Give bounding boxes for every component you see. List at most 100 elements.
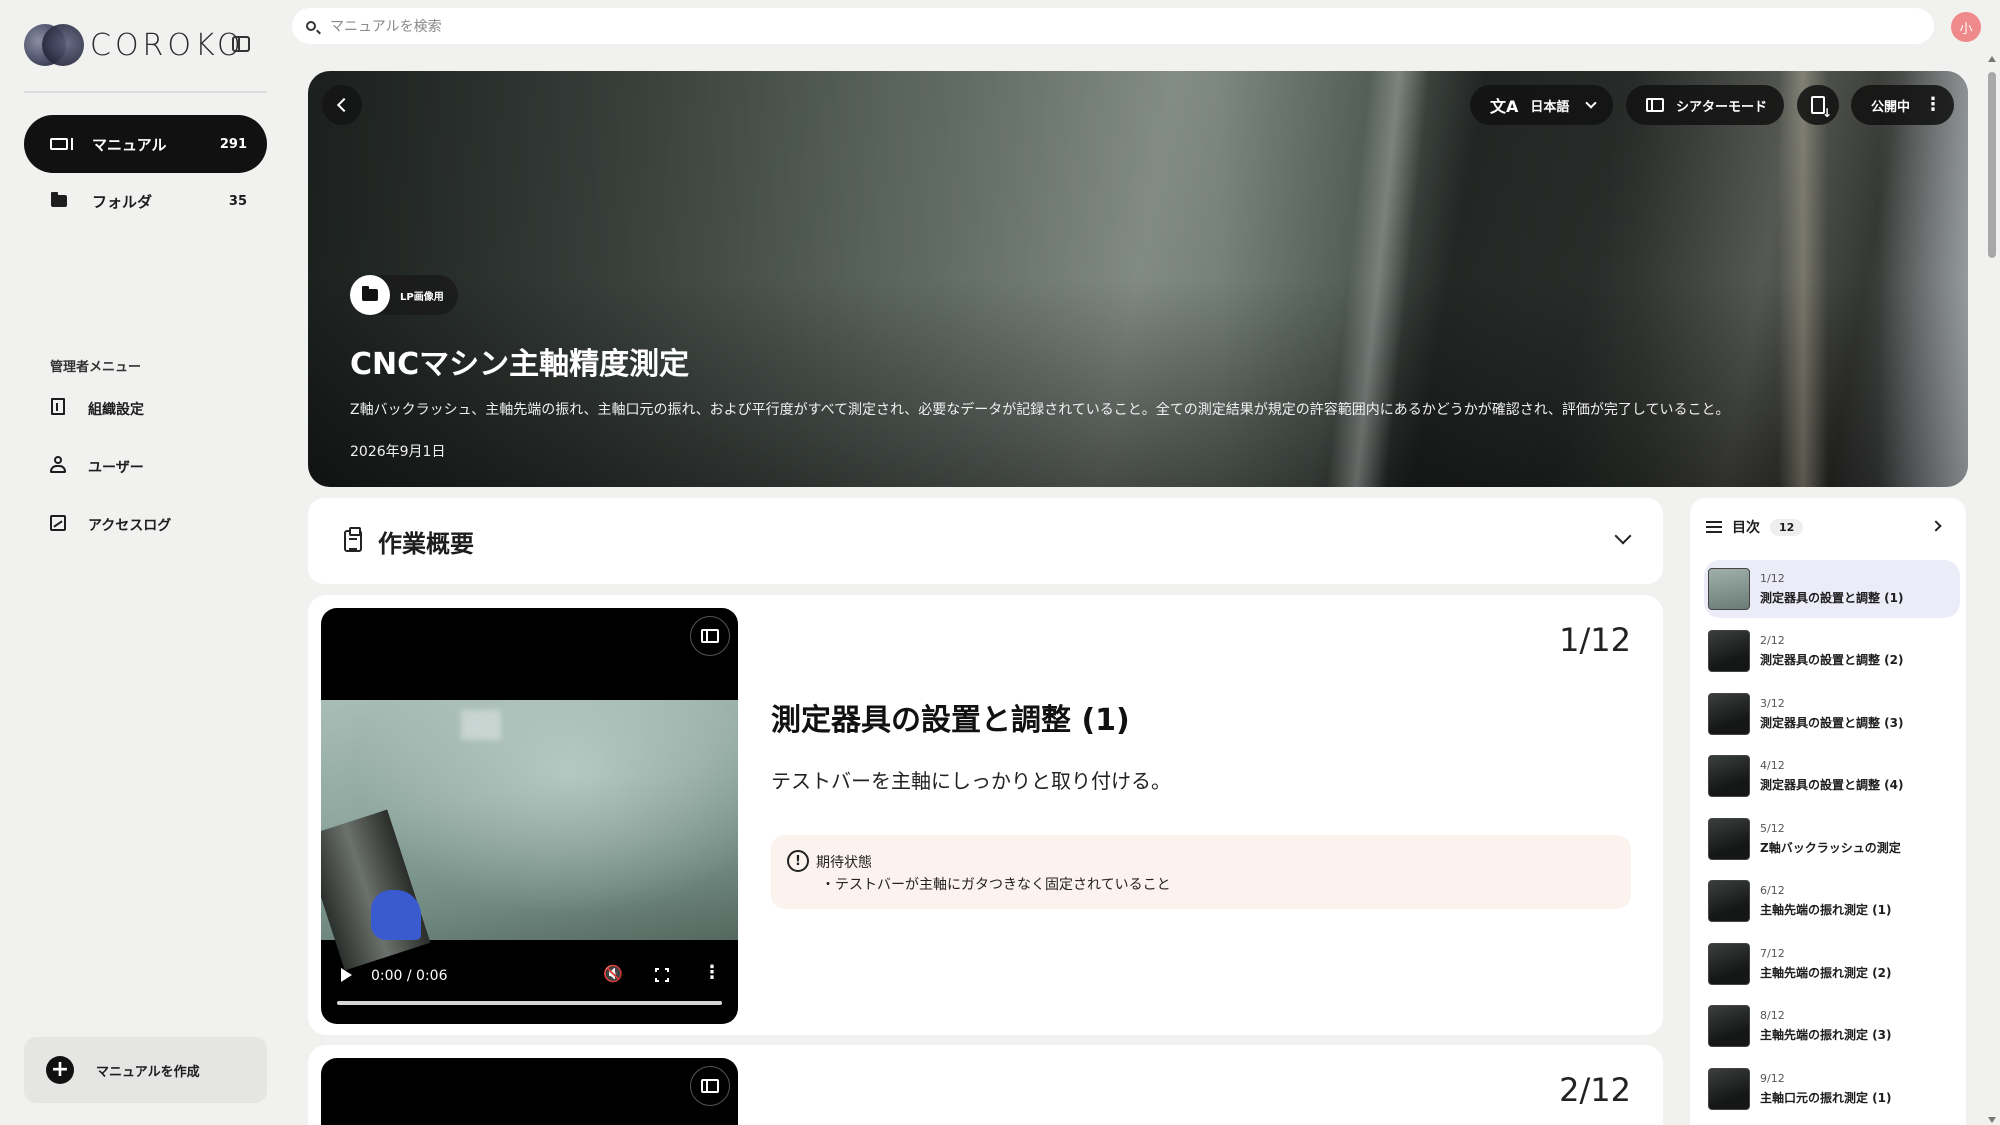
sidebar-item-access-log[interactable]: アクセスログ bbox=[48, 510, 171, 540]
toc-item[interactable]: 6/12 主軸先端の振れ測定 (1) bbox=[1704, 872, 1960, 930]
toc-thumbnail bbox=[1708, 568, 1750, 610]
step-card: 0:00 / 0:06 🔇 ⋮ 1/12 測定器具の設置と調整 (1) テストバ… bbox=[308, 595, 1663, 1035]
language-select[interactable]: 文A 日本語 bbox=[1470, 85, 1613, 125]
translate-icon: 文A bbox=[1490, 97, 1519, 116]
sidebar-toggle-icon[interactable] bbox=[232, 36, 250, 52]
toc-item[interactable]: 4/12 測定器具の設置と調整 (4) bbox=[1704, 747, 1960, 805]
more-vertical-icon[interactable]: ⋮ bbox=[1924, 96, 1942, 114]
toc-thumbnail bbox=[1708, 693, 1750, 735]
chevron-right-icon[interactable] bbox=[1930, 520, 1942, 532]
logo-text: COROKO bbox=[90, 27, 245, 63]
hero-background bbox=[1326, 71, 1430, 487]
toc-item-title: Z軸バックラッシュの測定 bbox=[1760, 841, 1901, 855]
sidebar-item-label: ユーザー bbox=[88, 460, 144, 476]
toc-item-index: 9/12 bbox=[1760, 1072, 1785, 1085]
table-of-contents: 目次 12 1/12 測定器具の設置と調整 (1) 2/12 測定器具の設置と調整 … bbox=[1690, 498, 1966, 1125]
sidebar-item-users[interactable]: ユーザー bbox=[48, 452, 144, 482]
toc-item-title: 測定器具の設置と調整 (3) bbox=[1760, 716, 1904, 730]
sidebar-item-label: マニュアル bbox=[92, 135, 167, 154]
list-icon bbox=[1706, 521, 1722, 533]
search-input[interactable]: マニュアルを検索 bbox=[330, 16, 442, 36]
toc-thumbnail bbox=[1708, 943, 1750, 985]
toc-item[interactable]: 8/12 主軸先端の振れ測定 (3) bbox=[1704, 997, 1960, 1055]
scrollbar-thumb[interactable] bbox=[1988, 72, 1996, 258]
work-overview-title: 作業概要 bbox=[378, 529, 474, 558]
toc-item-index: 7/12 bbox=[1760, 947, 1785, 960]
toc-thumbnail bbox=[1708, 1005, 1750, 1047]
step-video[interactable] bbox=[321, 1058, 738, 1125]
toc-item-title: 主軸口元の振れ測定 (1) bbox=[1760, 1091, 1892, 1105]
toc-count: 12 bbox=[1770, 518, 1804, 536]
scroll-up-icon[interactable] bbox=[1988, 56, 1996, 62]
video-controls: 0:00 / 0:06 🔇 ⋮ bbox=[321, 940, 738, 1024]
manual-date: 2026年9月1日 bbox=[350, 444, 446, 460]
folder-name: LP画像用 bbox=[400, 291, 444, 303]
step-video[interactable]: 0:00 / 0:06 🔇 ⋮ bbox=[321, 608, 738, 1024]
search-bar[interactable]: マニュアルを検索 bbox=[292, 8, 1934, 44]
publish-status-button[interactable]: 公開中 ⋮ bbox=[1851, 85, 1954, 125]
theater-icon[interactable] bbox=[690, 616, 730, 656]
mute-icon[interactable]: 🔇 bbox=[603, 964, 623, 983]
folder-badge[interactable]: LP画像用 bbox=[350, 275, 458, 315]
video-frame bbox=[321, 700, 738, 971]
toc-item[interactable]: 1/12 測定器具の設置と調整 (1) bbox=[1704, 560, 1960, 618]
chevron-down-icon[interactable] bbox=[1614, 527, 1632, 545]
theater-mode-button[interactable]: シアターモード bbox=[1626, 85, 1784, 125]
toc-item[interactable]: 7/12 主軸先端の振れ測定 (2) bbox=[1704, 935, 1960, 993]
sidebar-item-organization[interactable]: 組織設定 bbox=[48, 394, 144, 424]
manual-description: Z軸バックラッシュ、主軸先端の振れ、主軸口元の振れ、および平行度がすべて測定され… bbox=[350, 402, 1730, 418]
step-instruction: テストバーを主軸にしっかりと取り付ける。 bbox=[771, 769, 1171, 793]
toc-thumbnail bbox=[1708, 630, 1750, 672]
folder-icon bbox=[350, 275, 390, 315]
sidebar-item-manuals[interactable]: マニュアル 291 bbox=[24, 115, 267, 173]
video-progress-bar[interactable] bbox=[337, 1001, 722, 1005]
back-button[interactable] bbox=[322, 85, 362, 125]
toc-item-title: 主軸先端の振れ測定 (2) bbox=[1760, 966, 1892, 980]
user-icon bbox=[48, 456, 68, 478]
chevron-left-icon bbox=[336, 97, 352, 113]
app-logo[interactable]: COROKO bbox=[24, 24, 245, 66]
sidebar: COROKO マニュアル 291 フォルダ 35 管理者メニュー 組織設定 ユー… bbox=[0, 0, 290, 1125]
sidebar-item-folders[interactable]: フォルダ 35 bbox=[24, 172, 267, 230]
alert-circle-icon: ! bbox=[787, 850, 809, 872]
theater-icon bbox=[1646, 98, 1664, 112]
sidebar-item-label: 組織設定 bbox=[88, 402, 144, 418]
create-manual-button[interactable]: + マニュアルを作成 bbox=[24, 1037, 267, 1103]
logo-mark-icon bbox=[24, 24, 84, 66]
export-button[interactable] bbox=[1797, 85, 1839, 125]
toc-item-index: 1/12 bbox=[1760, 572, 1785, 585]
page-scrollbar[interactable] bbox=[1984, 54, 2000, 1125]
step-card: 2/12 bbox=[308, 1045, 1663, 1125]
fullscreen-icon[interactable] bbox=[654, 967, 670, 983]
scroll-down-icon[interactable] bbox=[1988, 1117, 1996, 1123]
sidebar-item-label: アクセスログ bbox=[88, 518, 172, 534]
toc-header[interactable]: 目次 12 bbox=[1706, 512, 1804, 542]
toc-item-index: 5/12 bbox=[1760, 822, 1785, 835]
step-number: 2/12 bbox=[1559, 1071, 1631, 1109]
folder-icon bbox=[48, 192, 70, 207]
toc-item[interactable]: 2/12 測定器具の設置と調整 (2) bbox=[1704, 622, 1960, 680]
create-manual-label: マニュアルを作成 bbox=[96, 1064, 200, 1080]
play-icon[interactable] bbox=[341, 968, 352, 982]
toc-item[interactable]: 3/12 測定器具の設置と調整 (3) bbox=[1704, 685, 1960, 743]
chart-icon bbox=[48, 514, 68, 536]
clipboard-icon bbox=[344, 527, 362, 552]
search-icon bbox=[306, 21, 316, 31]
expected-state-heading: 期待状態 bbox=[816, 855, 872, 871]
publish-status-label: 公開中 bbox=[1871, 99, 1911, 115]
work-overview-section[interactable]: 作業概要 bbox=[308, 498, 1663, 584]
toc-item-index: 8/12 bbox=[1760, 1009, 1785, 1022]
toc-item-index: 4/12 bbox=[1760, 759, 1785, 772]
toc-item[interactable]: 9/12 主軸口元の振れ測定 (1) bbox=[1704, 1060, 1960, 1118]
theater-icon[interactable] bbox=[690, 1066, 730, 1106]
sidebar-divider bbox=[24, 91, 267, 93]
toc-item-title: 主軸先端の振れ測定 (3) bbox=[1760, 1028, 1892, 1042]
page-title: CNCマシン主軸精度測定 bbox=[350, 347, 690, 382]
sidebar-item-label: フォルダ bbox=[92, 192, 153, 211]
toc-item[interactable]: 5/12 Z軸バックラッシュの測定 bbox=[1704, 810, 1960, 868]
avatar[interactable]: 小 bbox=[1951, 12, 1981, 42]
expected-state-item: ・テストバーが主軸にガタつきなく固定されていること bbox=[821, 877, 1171, 893]
more-vertical-icon[interactable]: ⋮ bbox=[703, 962, 721, 983]
chevron-down-icon bbox=[1585, 97, 1598, 109]
admin-menu-title: 管理者メニュー bbox=[50, 360, 142, 375]
